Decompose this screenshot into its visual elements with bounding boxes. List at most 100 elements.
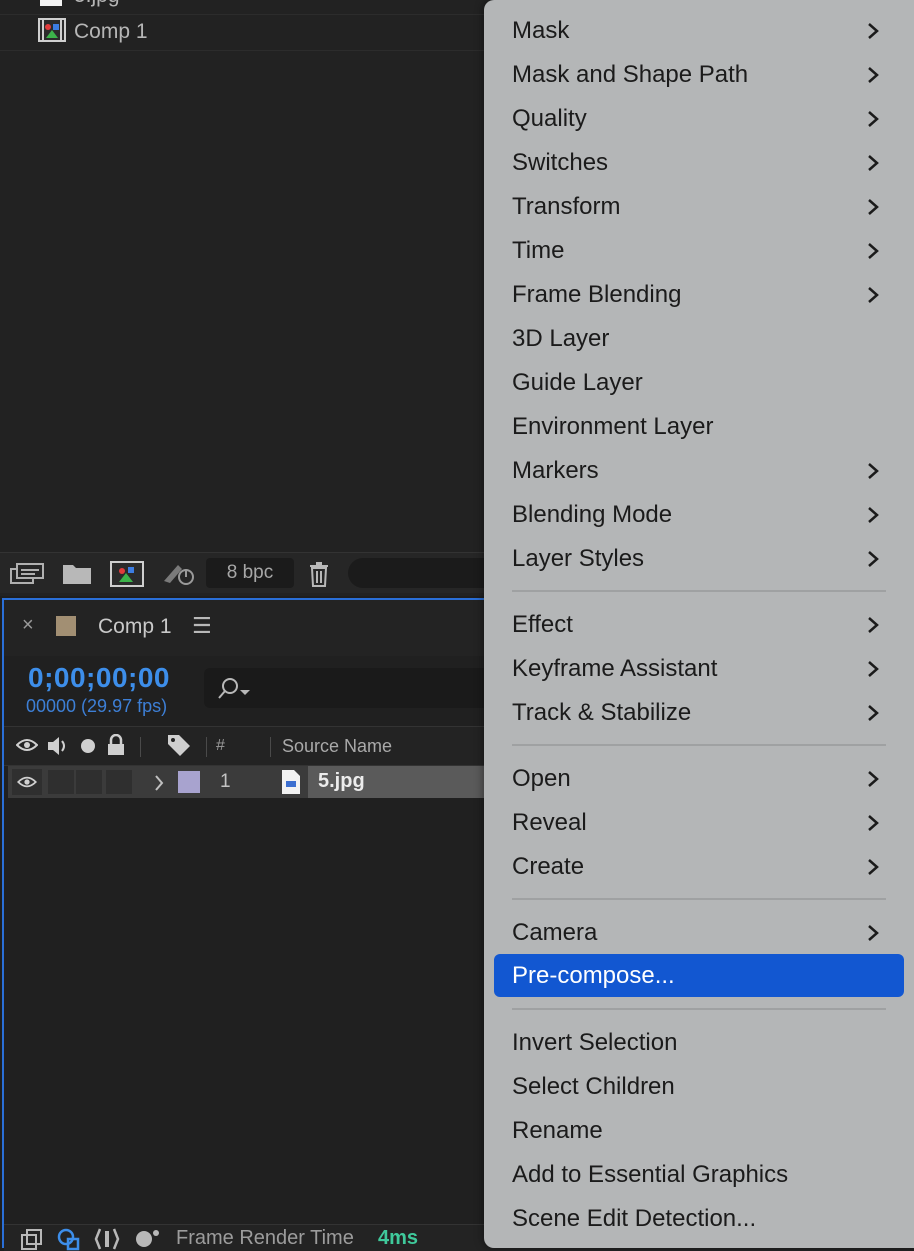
chevron-right-icon: [868, 243, 879, 259]
layer-number: 1: [220, 771, 231, 792]
eye-icon: [17, 776, 37, 788]
menu-item-label: Frame Blending: [512, 281, 682, 308]
menu-item-select-children[interactable]: Select Children: [494, 1067, 904, 1107]
new-folder-icon[interactable]: [62, 561, 92, 585]
new-composition-icon[interactable]: [110, 561, 144, 587]
column-divider: [270, 737, 271, 757]
lock-switch-cell[interactable]: [106, 770, 132, 794]
menu-item-add-to-essential-graphics[interactable]: Add to Essential Graphics: [494, 1155, 904, 1195]
render-queue-icon[interactable]: [162, 561, 198, 587]
chevron-right-icon: [868, 617, 879, 633]
menu-item-label: Transform: [512, 193, 621, 220]
menu-item-environment-layer[interactable]: Environment Layer: [494, 407, 904, 447]
eye-icon[interactable]: [16, 737, 38, 753]
menu-item-time[interactable]: Time: [494, 231, 904, 271]
chevron-right-icon: [868, 661, 879, 677]
menu-item-label: Add to Essential Graphics: [512, 1161, 789, 1188]
menu-item-label: Reveal: [512, 809, 587, 836]
chevron-right-icon: [868, 463, 879, 479]
menu-item-label: 3D Layer: [512, 325, 610, 352]
menu-item-blending-mode[interactable]: Blending Mode: [494, 495, 904, 535]
chevron-right-icon: [868, 287, 879, 303]
menu-item-reveal[interactable]: Reveal: [494, 803, 904, 843]
menu-item-label: Effect: [512, 611, 573, 638]
panel-menu-icon[interactable]: ☰: [192, 613, 212, 639]
menu-item-label: Track & Stabilize: [512, 699, 692, 726]
color-depth-button[interactable]: 8 bpc: [206, 558, 294, 588]
layer-number-column[interactable]: #: [216, 737, 225, 755]
frame-render-time-label: Frame Render Time: [176, 1227, 354, 1249]
menu-item-3d-layer[interactable]: 3D Layer: [494, 319, 904, 359]
menu-item-frame-blending[interactable]: Frame Blending: [494, 275, 904, 315]
chevron-right-icon: [868, 551, 879, 567]
menu-item-camera[interactable]: Camera: [494, 913, 904, 953]
menu-item-label: Markers: [512, 457, 599, 484]
close-tab-button[interactable]: ×: [22, 614, 34, 637]
menu-item-switches[interactable]: Switches: [494, 143, 904, 183]
menu-separator: [512, 898, 886, 900]
solo-switch-cell[interactable]: [76, 770, 102, 794]
menu-item-mask-and-shape-path[interactable]: Mask and Shape Path: [494, 55, 904, 95]
menu-item-pre-compose[interactable]: Pre-compose...: [494, 954, 904, 997]
project-item-comp-1[interactable]: Comp 1: [0, 14, 490, 51]
menu-item-transform[interactable]: Transform: [494, 187, 904, 227]
layer-search-input[interactable]: [204, 668, 504, 708]
menu-item-label: Mask and Shape Path: [512, 61, 749, 88]
menu-item-label: Time: [512, 237, 565, 264]
image-file-icon: [282, 770, 300, 794]
layer-context-menu: Mask Mask and Shape Path Quality Switche…: [484, 0, 914, 1248]
menu-item-label: Rename: [512, 1117, 603, 1144]
menu-item-label: Layer Styles: [512, 545, 645, 572]
menu-item-rename[interactable]: Rename: [494, 1111, 904, 1151]
menu-item-keyframe-assistant[interactable]: Keyframe Assistant: [494, 649, 904, 689]
solo-icon[interactable]: [80, 738, 96, 754]
layer-source-name[interactable]: 5.jpg: [318, 770, 365, 793]
chevron-right-icon: [868, 705, 879, 721]
menu-item-label: Scene Edit Detection...: [512, 1205, 757, 1232]
menu-item-mask[interactable]: Mask: [494, 11, 904, 51]
menu-item-label: Mask: [512, 17, 570, 44]
chevron-right-icon: [868, 507, 879, 523]
audio-switch-cell[interactable]: [48, 770, 74, 794]
menu-separator: [512, 744, 886, 746]
motion-blur-icon[interactable]: [134, 1227, 162, 1251]
chevron-right-icon: [868, 199, 879, 215]
menu-item-scene-edit-detection[interactable]: Scene Edit Detection...: [494, 1199, 904, 1239]
menu-separator: [512, 590, 886, 592]
graph-editor-icon[interactable]: [94, 1227, 120, 1251]
layer-label-color[interactable]: [178, 771, 200, 793]
label-tag-icon[interactable]: [166, 733, 192, 757]
menu-item-guide-layer[interactable]: Guide Layer: [494, 363, 904, 403]
expand-chevron-icon[interactable]: [154, 775, 164, 791]
menu-item-track-and-stabilize[interactable]: Track & Stabilize: [494, 693, 904, 733]
current-time-display[interactable]: 0;00;00;00: [28, 662, 170, 694]
interpret-footage-icon[interactable]: [10, 561, 46, 587]
composition-icon: [38, 18, 66, 42]
menu-item-effect[interactable]: Effect: [494, 605, 904, 645]
image-file-icon: [40, 0, 62, 6]
timeline-tab-title[interactable]: Comp 1: [98, 615, 172, 639]
video-switch-cell[interactable]: [12, 769, 42, 795]
menu-item-label: Create: [512, 853, 585, 880]
trash-icon[interactable]: [308, 561, 330, 587]
menu-item-label: Switches: [512, 149, 609, 176]
source-name-column[interactable]: Source Name: [282, 736, 392, 757]
menu-item-create[interactable]: Create: [494, 847, 904, 887]
menu-item-markers[interactable]: Markers: [494, 451, 904, 491]
menu-item-layer-styles[interactable]: Layer Styles: [494, 539, 904, 579]
menu-item-label: Environment Layer: [512, 413, 714, 440]
lock-icon[interactable]: [106, 734, 126, 756]
draft-3d-icon[interactable]: [56, 1227, 82, 1251]
chevron-right-icon: [868, 859, 879, 875]
menu-item-open[interactable]: Open: [494, 759, 904, 799]
column-divider: [140, 737, 141, 757]
chevron-right-icon: [868, 155, 879, 171]
menu-item-label: Blending Mode: [512, 501, 673, 528]
menu-item-quality[interactable]: Quality: [494, 99, 904, 139]
chevron-right-icon: [868, 23, 879, 39]
menu-item-label: Keyframe Assistant: [512, 655, 718, 682]
audio-icon[interactable]: [46, 735, 70, 757]
chevron-right-icon: [868, 111, 879, 127]
project-item-5-jpg[interactable]: 5.jpg: [0, 0, 490, 15]
menu-item-invert-selection[interactable]: Invert Selection: [494, 1023, 904, 1063]
